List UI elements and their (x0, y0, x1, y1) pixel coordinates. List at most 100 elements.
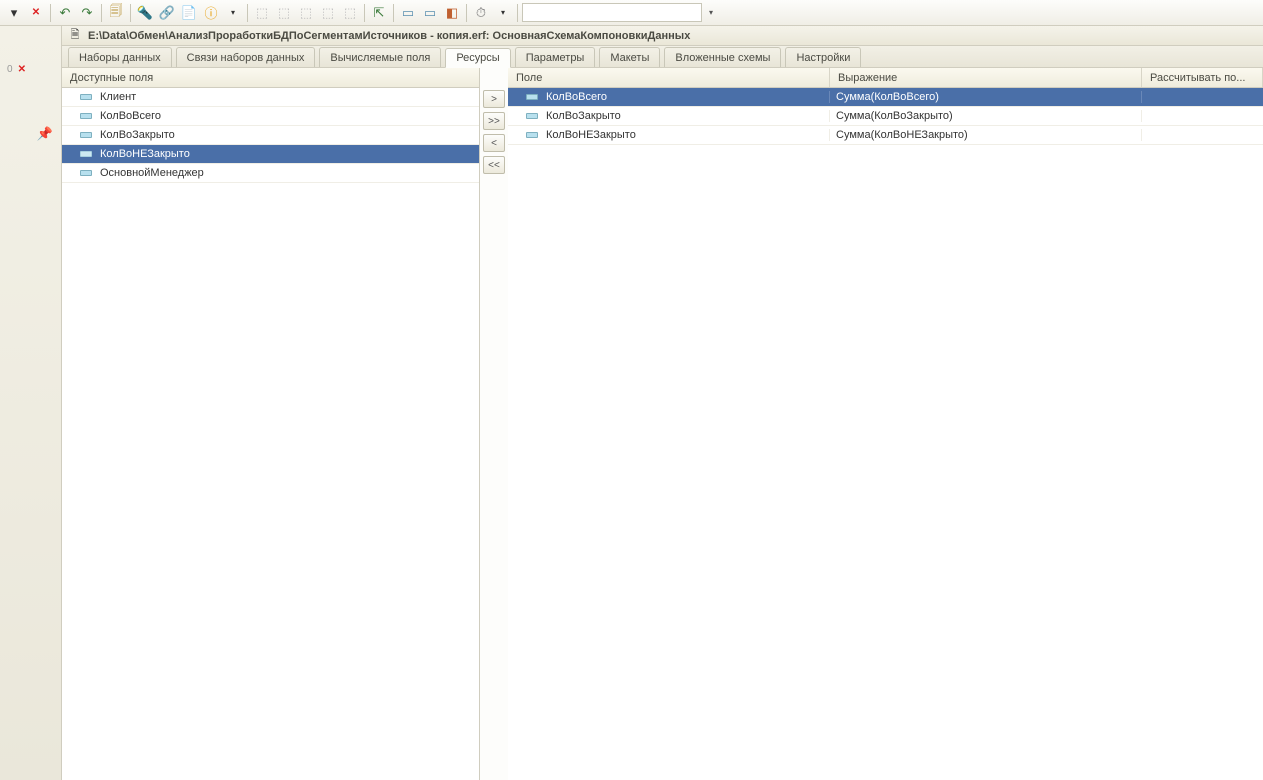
field-icon (80, 113, 92, 119)
field-row[interactable]: Клиент (62, 88, 479, 107)
toolbar-doc-icon[interactable]: 📄 (179, 3, 199, 23)
tab-data-sets[interactable]: Наборы данных (68, 47, 172, 67)
field-label: КолВоЗакрыто (100, 129, 175, 141)
resources-grid-pane: Поле Выражение Рассчитывать по... КолВоВ… (508, 68, 1263, 780)
toolbar-search-field[interactable] (522, 3, 702, 22)
tab-resources[interactable]: Ресурсы (445, 48, 510, 68)
field-label: КолВоВсего (100, 110, 161, 122)
toolbar-search-dropdown-icon[interactable]: ▾ (704, 3, 718, 22)
toolbar-info-dropdown-icon[interactable]: ▾ (223, 3, 243, 23)
grid-row[interactable]: КолВоНЕЗакрыто Сумма(КолВоНЕЗакрыто) (508, 126, 1263, 145)
sidebar-tab[interactable]: 0 ✕ (1, 60, 61, 78)
resources-pane: Доступные поля Клиент КолВоВсего КолВоЗа… (62, 68, 1263, 780)
workspace: 0 ✕ 📌 🗎 E:\Data\Обмен\АнализПроработкиБД… (0, 26, 1263, 780)
toolbar-separator (364, 4, 365, 22)
btn-label: < (491, 138, 497, 149)
tab-label: Настройки (796, 52, 850, 64)
grid-expr-label: Сумма(КолВоЗакрыто) (836, 110, 953, 122)
grid-row[interactable]: КолВоВсего Сумма(КолВоВсего) (508, 88, 1263, 107)
tab-settings[interactable]: Настройки (785, 47, 861, 67)
field-icon (526, 94, 538, 100)
tab-label: Вложенные схемы (675, 52, 770, 64)
grid-field-label: КолВоЗакрыто (546, 110, 621, 122)
resources-grid-body[interactable]: КолВоВсего Сумма(КолВоВсего) КолВоЗакрыт… (508, 88, 1263, 780)
tab-label: Связи наборов данных (187, 52, 305, 64)
tab-label: Вычисляемые поля (330, 52, 430, 64)
field-label: Клиент (100, 91, 136, 103)
btn-label: >> (488, 116, 500, 127)
tab-label: Макеты (610, 52, 649, 64)
field-label: ОсновнойМенеджер (100, 167, 204, 179)
sidebar-pin-icon[interactable]: 📌 (37, 126, 53, 142)
toolbar-search-icon[interactable]: 🔦 (135, 3, 155, 23)
field-icon (526, 113, 538, 119)
toolbar-separator (466, 4, 467, 22)
toolbar-link-icon[interactable]: 🔗 (157, 3, 177, 23)
toolbar-btn-d1-icon[interactable]: ⬚ (252, 3, 272, 23)
field-row[interactable]: КолВоНЕЗакрыто (62, 145, 479, 164)
col-label: Рассчитывать по... (1150, 72, 1245, 84)
toolbar-color-icon[interactable]: ◧ (442, 3, 462, 23)
toolbar-separator (101, 4, 102, 22)
remove-button[interactable]: < (483, 134, 505, 152)
toolbar-undo-icon[interactable]: ↶ (55, 3, 75, 23)
toolbar-separator (50, 4, 51, 22)
grid-field-label: КолВоНЕЗакрыто (546, 129, 636, 141)
toolbar-separator (517, 4, 518, 22)
toolbar-page-icon[interactable]: ▭ (398, 3, 418, 23)
document-title: E:\Data\Обмен\АнализПроработкиБДПоСегмен… (88, 30, 690, 42)
remove-all-button[interactable]: << (483, 156, 505, 174)
grid-expr-label: Сумма(КолВоНЕЗакрыто) (836, 129, 968, 141)
toolbar-copy-icon[interactable]: 🗐 (106, 3, 126, 23)
toolbar-btn-d5-icon[interactable]: ⬚ (340, 3, 360, 23)
available-fields-pane: Доступные поля Клиент КолВоВсего КолВоЗа… (62, 68, 480, 780)
field-row[interactable]: ОсновнойМенеджер (62, 164, 479, 183)
field-row[interactable]: КолВоЗакрыто (62, 126, 479, 145)
btn-label: > (491, 94, 497, 105)
field-icon (80, 94, 92, 100)
toolbar-btn-d4-icon[interactable]: ⬚ (318, 3, 338, 23)
tab-label: Ресурсы (456, 52, 499, 64)
toolbar-dropdown-icon[interactable]: ▾ (4, 3, 24, 23)
toolbar-export-icon[interactable]: ⇱ (369, 3, 389, 23)
add-button[interactable]: > (483, 90, 505, 108)
tab-parameters[interactable]: Параметры (515, 47, 596, 67)
main-toolbar: ▾ ✕ ↶ ↷ 🗐 🔦 🔗 📄 ⓘ ▾ ⬚ ⬚ ⬚ ⬚ ⬚ ⇱ ▭ ▭ ◧ ⏱ … (0, 0, 1263, 26)
document-icon: 🗎 (68, 29, 82, 43)
toolbar-info-icon[interactable]: ⓘ (201, 3, 221, 23)
tab-templates[interactable]: Макеты (599, 47, 660, 67)
col-header-expression[interactable]: Выражение (830, 68, 1142, 87)
add-all-button[interactable]: >> (483, 112, 505, 130)
col-label: Поле (516, 72, 542, 84)
field-row[interactable]: КолВоВсего (62, 107, 479, 126)
toolbar-timer-dropdown-icon[interactable]: ▾ (493, 3, 513, 23)
toolbar-btn-d3-icon[interactable]: ⬚ (296, 3, 316, 23)
toolbar-timer-icon[interactable]: ⏱ (471, 3, 491, 23)
sidebar-tab-num: 0 (7, 64, 13, 75)
available-fields-list[interactable]: Клиент КолВоВсего КолВоЗакрыто КолВоНЕЗа… (62, 88, 479, 780)
toolbar-redo-icon[interactable]: ↷ (77, 3, 97, 23)
col-header-calculate-by[interactable]: Рассчитывать по... (1142, 68, 1263, 87)
tab-calculated-fields[interactable]: Вычисляемые поля (319, 47, 441, 67)
toolbar-close-icon[interactable]: ✕ (26, 3, 46, 23)
toolbar-pages-icon[interactable]: ▭ (420, 3, 440, 23)
tab-label: Параметры (526, 52, 585, 64)
col-label: Выражение (838, 72, 897, 84)
resources-grid-header: Поле Выражение Рассчитывать по... (508, 68, 1263, 88)
toolbar-btn-d2-icon[interactable]: ⬚ (274, 3, 294, 23)
sidebar-close-icon[interactable]: ✕ (18, 64, 26, 75)
left-sidebar: 0 ✕ 📌 (0, 26, 62, 780)
col-header-field[interactable]: Поле (508, 68, 830, 87)
field-icon (80, 170, 92, 176)
grid-row[interactable]: КолВоЗакрыто Сумма(КолВоЗакрыто) (508, 107, 1263, 126)
toolbar-separator (393, 4, 394, 22)
toolbar-separator (247, 4, 248, 22)
grid-field-label: КолВоВсего (546, 91, 607, 103)
main-panel: 🗎 E:\Data\Обмен\АнализПроработкиБДПоСегм… (62, 26, 1263, 780)
grid-expr-label: Сумма(КолВоВсего) (836, 91, 939, 103)
tab-nested-schemas[interactable]: Вложенные схемы (664, 47, 781, 67)
tab-data-set-links[interactable]: Связи наборов данных (176, 47, 316, 67)
field-icon (80, 132, 92, 138)
field-icon (526, 132, 538, 138)
document-titlebar: 🗎 E:\Data\Обмен\АнализПроработкиБДПоСегм… (62, 26, 1263, 46)
